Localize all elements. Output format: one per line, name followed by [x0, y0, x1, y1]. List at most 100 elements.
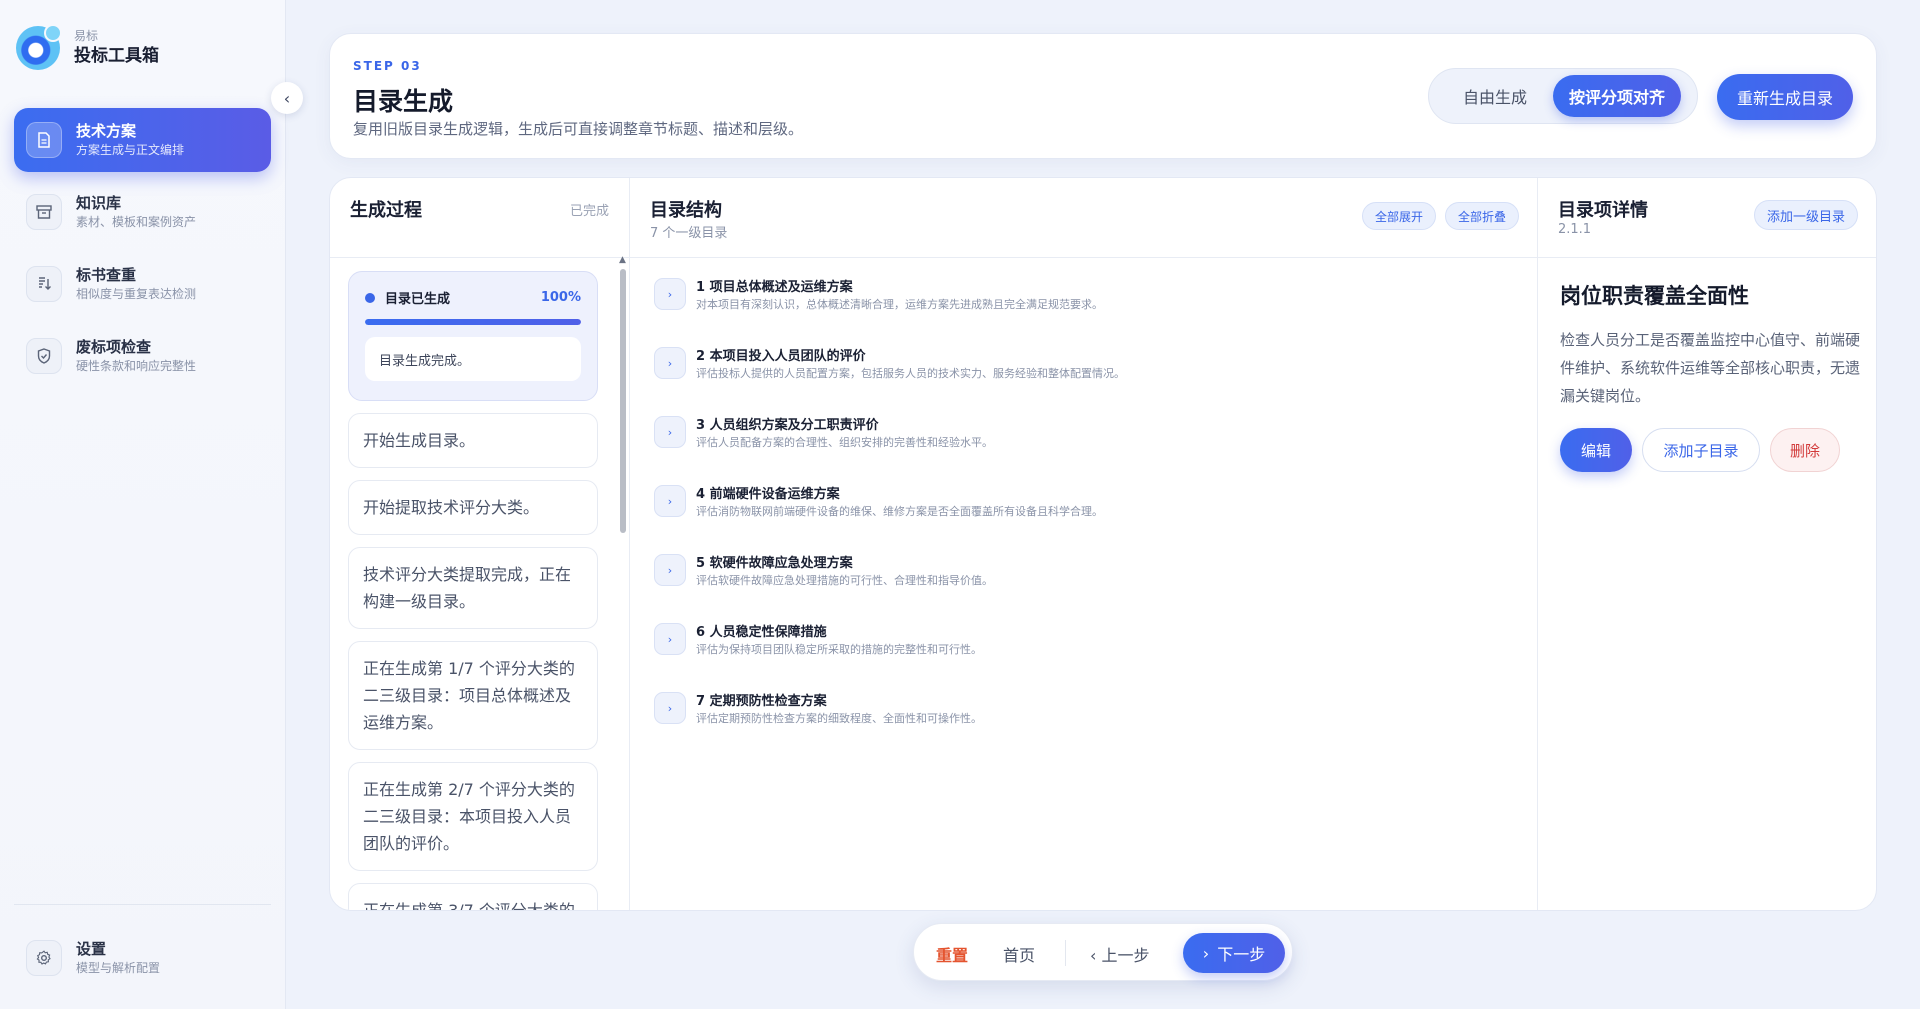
tree-item-title: 6 人员稳定性保障措施: [696, 625, 827, 640]
sort-icon: [26, 266, 62, 302]
chevron-left-icon: ‹: [1090, 946, 1102, 965]
archive-icon: [26, 194, 62, 230]
progress-bar: [365, 319, 581, 325]
tree-item[interactable]: › 6 人员稳定性保障措施 评估为保持项目团队稳定所采取的措施的完整性和可行性。: [654, 623, 1514, 692]
detail-code: 2.1.1: [1558, 222, 1592, 237]
tree-item[interactable]: › 1 项目总体概述及运维方案 对本项目有深刻认识，总体概述清晰合理，运维方案先…: [654, 278, 1514, 347]
process-status: 已完成: [569, 204, 609, 219]
sidebar-collapse-button[interactable]: ‹: [271, 82, 303, 114]
sidebar-item-desc: 方案生成与正文编排: [76, 143, 185, 157]
chevron-right-icon[interactable]: ›: [654, 554, 686, 586]
status-dot-icon: [365, 292, 375, 303]
tree-item[interactable]: › 3 人员组织方案及分工职责评价 评估人员配备方案的合理性、组织安排的完善性和…: [654, 416, 1514, 485]
chevron-right-icon[interactable]: ›: [654, 623, 686, 655]
tree-item-desc: 评估定期预防性检查方案的细致程度、全面性和可操作性。: [696, 712, 982, 725]
sidebar-item-label: 标书查重: [76, 266, 137, 284]
sidebar-item-duplicate-check[interactable]: 标书查重 相似度与重复表达检测: [14, 252, 271, 316]
chevron-right-icon: ›: [1202, 943, 1210, 963]
edit-button[interactable]: 编辑: [1560, 428, 1632, 472]
page-description: 复用旧版目录生成逻辑，生成后可直接调整章节标题、描述和层级。: [353, 120, 804, 138]
tree-item-desc: 对本项目有深刻认识，总体概述清晰合理，运维方案先进成熟且完全满足规范要求。: [696, 298, 1103, 311]
sidebar-item-desc: 硬性条款和响应完整性: [76, 359, 197, 373]
tree-item[interactable]: › 4 前端硬件设备运维方案 评估消防物联网前端硬件设备的维保、维修方案是否全面…: [654, 485, 1514, 554]
brand[interactable]: 易标 投标工具箱: [16, 24, 159, 70]
progress-fill: [365, 319, 581, 325]
shield-icon: [26, 338, 62, 374]
mode-aligned-button[interactable]: 按评分项对齐: [1553, 75, 1681, 117]
tree-item[interactable]: › 7 定期预防性检查方案 评估定期预防性检查方案的细致程度、全面性和可操作性。: [654, 692, 1514, 761]
process-percent: 100%: [540, 290, 581, 305]
home-button[interactable]: 首页: [1003, 942, 1035, 966]
step-header: STEP 03 目录生成 复用旧版目录生成逻辑，生成后可直接调整章节标题、描述和…: [329, 33, 1877, 159]
tree-item-desc: 评估软硬件故障应急处理措施的可行性、合理性和指导价值。: [696, 574, 993, 587]
sidebar-item-tech-plan[interactable]: 技术方案 方案生成与正文编排: [14, 108, 271, 172]
process-title: 生成过程: [350, 200, 422, 221]
sidebar-item-knowledge-base[interactable]: 知识库 素材、模板和案例资产: [14, 180, 271, 244]
sidebar: 易标 投标工具箱 技术方案 方案生成与正文编排 知识库 素材、模板和案例资产 标…: [0, 0, 286, 1009]
sidebar-item-disqualification-check[interactable]: 废标项检查 硬性条款和响应完整性: [14, 324, 271, 388]
sidebar-item-desc: 素材、模板和案例资产: [76, 215, 197, 229]
process-current-label: 目录已生成: [385, 292, 451, 307]
process-current-card: 目录已生成 100% 目录生成完成。: [348, 271, 598, 401]
sidebar-nav: 技术方案 方案生成与正文编排 知识库 素材、模板和案例资产 标书查重 相似度与重…: [14, 108, 271, 396]
chevron-right-icon[interactable]: ›: [654, 347, 686, 379]
divider: [1065, 940, 1066, 966]
sidebar-divider: [14, 904, 271, 905]
tree-item-desc: 评估为保持项目团队稳定所采取的措施的完整性和可行性。: [696, 643, 982, 656]
reset-button[interactable]: 重置: [936, 942, 968, 966]
tree-item[interactable]: › 2 本项目投入人员团队的评价 评估投标人提供的人员配置方案，包括服务人员的技…: [654, 347, 1514, 416]
sidebar-item-settings[interactable]: 设置 模型与解析配置: [14, 926, 271, 990]
document-icon: [26, 122, 62, 158]
brand-name: 投标工具箱: [74, 46, 159, 66]
collapse-all-button[interactable]: 全部折叠: [1444, 202, 1519, 230]
chevron-right-icon[interactable]: ›: [654, 692, 686, 724]
log-item: 正在生成第 2/7 个评分大类的二三级目录：本项目投入人员团队的评价。: [348, 762, 598, 871]
process-scrollbar[interactable]: ▲: [618, 255, 628, 910]
tree-item-desc: 评估消防物联网前端硬件设备的维保、维修方案是否全面覆盖所有设备且科学合理。: [696, 505, 1103, 518]
tree-item-title: 7 定期预防性检查方案: [696, 694, 827, 709]
prev-step-label: 上一步: [1101, 946, 1150, 965]
scrollbar-thumb[interactable]: [620, 269, 626, 533]
sidebar-item-label: 废标项检查: [76, 338, 152, 356]
delete-button[interactable]: 删除: [1770, 428, 1840, 472]
tree-item[interactable]: › 5 软硬件故障应急处理方案 评估软硬件故障应急处理措施的可行性、合理性和指导…: [654, 554, 1514, 623]
log-item: 正在生成第 1/7 个评分大类的二三级目录：项目总体概述及运维方案。: [348, 641, 598, 750]
tree-item-title: 5 软硬件故障应急处理方案: [696, 556, 853, 571]
outline-tree: › 1 项目总体概述及运维方案 对本项目有深刻认识，总体概述清晰合理，运维方案先…: [654, 278, 1514, 761]
generation-mode-switch: 自由生成 按评分项对齐: [1428, 68, 1698, 124]
chevron-left-icon: ‹: [283, 88, 291, 108]
tree-item-title: 3 人员组织方案及分工职责评价: [696, 418, 879, 433]
brand-logo-icon: [16, 24, 62, 70]
page-title: 目录生成: [353, 87, 454, 116]
chevron-right-icon[interactable]: ›: [654, 278, 686, 310]
scroll-up-icon[interactable]: ▲: [619, 255, 626, 265]
tree-count: 7 个一级目录: [650, 226, 728, 241]
add-top-level-button[interactable]: 添加一级目录: [1753, 200, 1858, 230]
process-log-list[interactable]: 目录已生成 100% 目录生成完成。 开始生成目录。 开始提取技术评分大类。 技…: [348, 255, 598, 910]
log-item: 开始提取技术评分大类。: [348, 480, 598, 535]
tree-item-title: 4 前端硬件设备运维方案: [696, 487, 840, 502]
sidebar-item-label: 技术方案: [76, 122, 137, 140]
process-message: 目录生成完成。: [365, 337, 581, 381]
chevron-right-icon[interactable]: ›: [654, 485, 686, 517]
prev-step-button[interactable]: ‹ 上一步: [1090, 942, 1150, 966]
detail-title: 目录项详情: [1558, 200, 1648, 221]
next-step-label: 下一步: [1217, 945, 1266, 964]
detail-heading: 岗位职责覆盖全面性: [1560, 284, 1749, 308]
outline-detail-panel: 目录项详情 2.1.1 添加一级目录 岗位职责覆盖全面性 检查人员分工是否覆盖监…: [1538, 178, 1876, 910]
detail-description: 检查人员分工是否覆盖监控中心值守、前端硬件维护、系统软件运维等全部核心职责，无遗…: [1560, 331, 1861, 405]
settings-desc: 模型与解析配置: [76, 961, 161, 975]
next-step-button[interactable]: › 下一步: [1183, 933, 1285, 973]
mode-free-button[interactable]: 自由生成: [1443, 75, 1547, 117]
add-subitem-button[interactable]: 添加子目录: [1642, 428, 1760, 472]
tree-title: 目录结构: [650, 200, 722, 221]
chevron-right-icon[interactable]: ›: [654, 416, 686, 448]
expand-all-button[interactable]: 全部展开: [1361, 202, 1436, 230]
tree-item-desc: 评估投标人提供的人员配置方案，包括服务人员的技术实力、服务经验和整体配置情况。: [696, 367, 1125, 380]
outline-tree-panel: 目录结构 7 个一级目录 全部展开 全部折叠 › 1 项目总体概述及运维方案 对…: [630, 178, 1538, 910]
brand-sub: 易标: [74, 29, 99, 43]
log-item: 开始生成目录。: [348, 413, 598, 468]
outline-workspace: 生成过程 已完成 目录已生成 100% 目录生成完成。 开始生成目录。 开始提取…: [329, 177, 1877, 911]
regenerate-outline-button[interactable]: 重新生成目录: [1717, 74, 1853, 120]
step-navigation-bar: 重置 首页 ‹ 上一步 › 下一步: [913, 923, 1293, 981]
